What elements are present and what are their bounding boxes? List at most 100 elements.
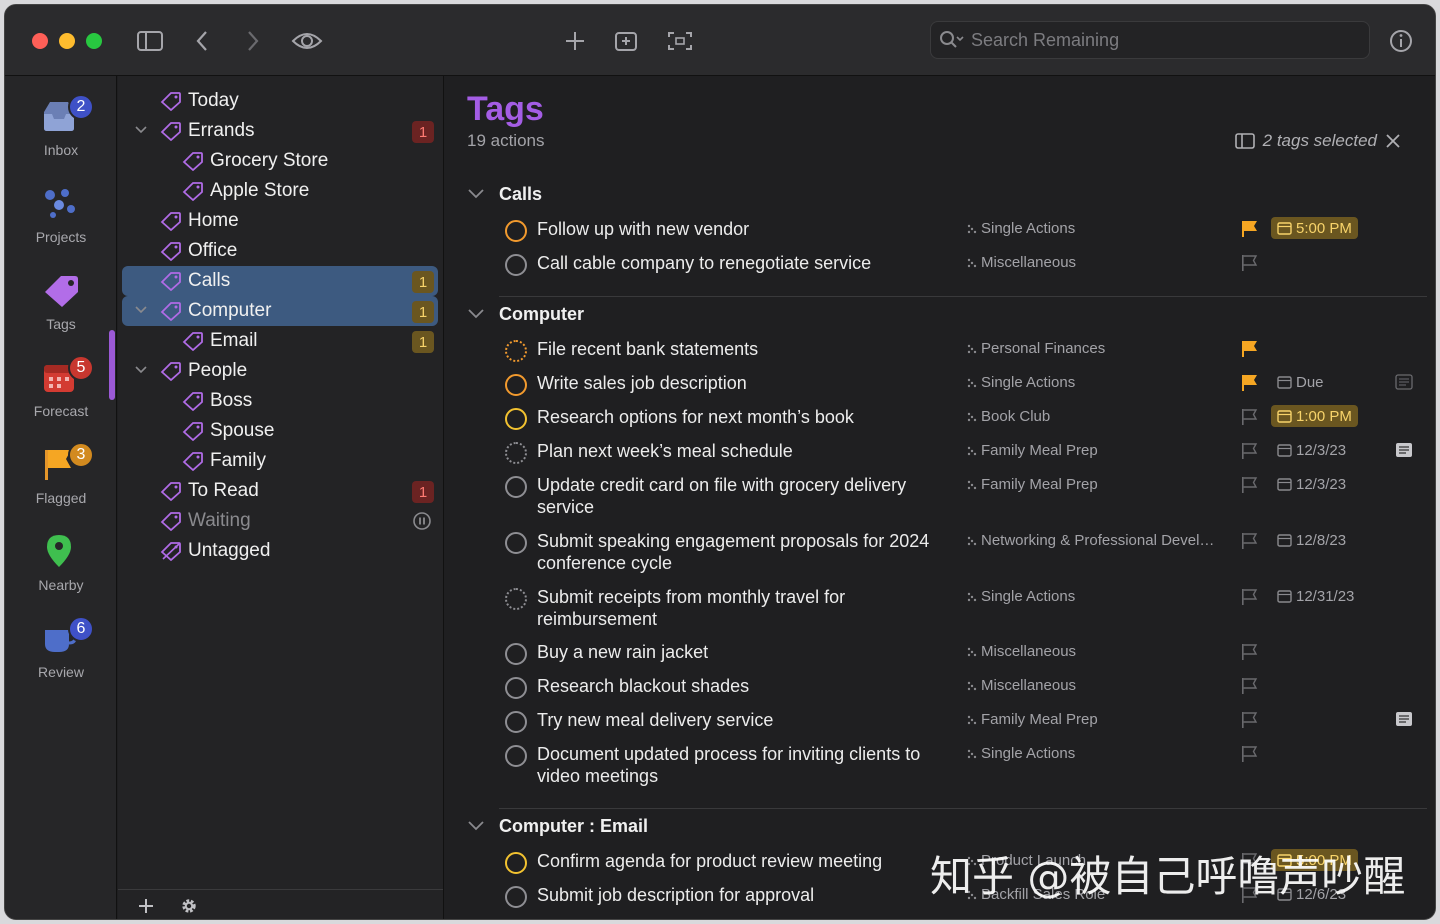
rail-flagged[interactable]: 3 Flagged	[5, 432, 117, 512]
sidebar-tag-calls[interactable]: Calls 1	[122, 266, 438, 296]
sidebar-tag-grocery-store[interactable]: Grocery Store	[122, 146, 438, 176]
rail-inbox[interactable]: 2 Inbox	[5, 84, 117, 164]
flag-outline-icon[interactable]	[1241, 677, 1259, 695]
task-checkbox[interactable]	[505, 886, 527, 908]
task-checkbox[interactable]	[505, 677, 527, 699]
rail-review[interactable]: 6 Review	[5, 606, 117, 686]
sidebar-tag-family[interactable]: Family	[122, 446, 438, 476]
task-row[interactable]: Update credit card on file with grocery …	[445, 472, 1435, 517]
tag-icon	[160, 242, 181, 261]
quick-entry-icon[interactable]	[610, 25, 642, 57]
flag-outline-icon[interactable]	[1241, 643, 1259, 661]
clear-selection-icon[interactable]	[1385, 133, 1401, 149]
task-checkbox[interactable]	[505, 852, 527, 874]
minimize-window-button[interactable]	[59, 33, 75, 49]
disclosure-chevron-icon[interactable]	[134, 304, 148, 316]
sidebar-tag-spouse[interactable]: Spouse	[122, 416, 438, 446]
task-checkbox[interactable]	[505, 532, 527, 554]
gear-icon[interactable]	[180, 897, 198, 915]
task-row[interactable]: Call cable company to renegotiate servic…	[445, 250, 1435, 280]
task-checkbox[interactable]	[505, 374, 527, 396]
task-checkbox[interactable]	[505, 711, 527, 733]
focus-icon[interactable]	[664, 25, 696, 57]
sidebar-toggle-icon[interactable]	[134, 25, 166, 57]
task-row[interactable]: Document updated process for inviting cl…	[445, 741, 1435, 786]
task-checkbox[interactable]	[505, 476, 527, 498]
flag-outline-icon[interactable]	[1241, 588, 1259, 606]
search-field[interactable]: Search Remaining	[930, 21, 1370, 59]
rail-projects[interactable]: Projects	[5, 171, 117, 251]
sidebar-tag-apple-store[interactable]: Apple Store	[122, 176, 438, 206]
task-row[interactable]: Submit receipts from monthly travel for …	[445, 584, 1435, 629]
task-checkbox[interactable]	[505, 220, 527, 242]
group-collapse-chevron-icon[interactable]	[467, 820, 485, 832]
note-icon[interactable]	[1395, 442, 1413, 458]
task-checkbox[interactable]	[505, 254, 527, 276]
flag-outline-icon[interactable]	[1241, 254, 1259, 272]
task-project: Single Actions	[967, 588, 1075, 605]
sidebar-tag-computer[interactable]: Computer 1	[122, 296, 438, 326]
sidebar-tag-errands[interactable]: Errands 1	[122, 116, 438, 146]
task-row[interactable]: Write sales job description Single Action…	[445, 370, 1435, 400]
sidebar-tag-waiting[interactable]: Waiting	[122, 506, 438, 536]
info-icon[interactable]	[1385, 25, 1417, 57]
task-row[interactable]: Research options for next month’s book Bo…	[445, 404, 1435, 434]
rail-tags[interactable]: Tags	[5, 258, 117, 338]
task-checkbox[interactable]	[505, 588, 527, 610]
task-checkbox[interactable]	[505, 408, 527, 430]
calendar-icon	[1277, 534, 1292, 547]
rail-nearby[interactable]: Nearby	[5, 519, 117, 599]
flag-outline-icon[interactable]	[1241, 442, 1259, 460]
task-checkbox[interactable]	[505, 745, 527, 767]
flag-outline-icon[interactable]	[1241, 745, 1259, 763]
sidebar-tag-to-read[interactable]: To Read 1	[122, 476, 438, 506]
task-project-label: Family Meal Prep	[981, 442, 1098, 459]
task-checkbox[interactable]	[505, 643, 527, 665]
flag-outline-icon[interactable]	[1241, 476, 1259, 494]
group-header: Computer : Email	[499, 816, 649, 836]
add-action-icon[interactable]	[559, 25, 591, 57]
task-row[interactable]: Follow up with new vendor Single Actions 5…	[445, 216, 1435, 246]
back-icon[interactable]	[186, 25, 218, 57]
rail-label: Nearby	[38, 577, 84, 593]
flag-icon[interactable]	[1241, 220, 1259, 238]
sidebar-tag-boss[interactable]: Boss	[122, 386, 438, 416]
task-checkbox[interactable]	[505, 340, 527, 362]
sidebar-tag-today[interactable]: Today	[122, 86, 438, 116]
close-window-button[interactable]	[32, 33, 48, 49]
task-name: Submit speaking engagement proposals for…	[537, 531, 930, 573]
forward-icon[interactable]	[237, 25, 269, 57]
disclosure-chevron-icon[interactable]	[134, 124, 148, 136]
search-input[interactable]: Search Remaining	[971, 30, 1119, 51]
task-row[interactable]: Plan next week’s meal schedule Family Mea…	[445, 438, 1435, 468]
sidebar-tag-people[interactable]: People	[122, 356, 438, 386]
action-count: 19 actions	[467, 131, 545, 150]
sidebar-tag-office[interactable]: Office	[122, 236, 438, 266]
view-options-eye-icon[interactable]	[289, 25, 325, 57]
flag-icon[interactable]	[1241, 374, 1259, 392]
flag-outline-icon[interactable]	[1241, 711, 1259, 729]
flag-outline-icon[interactable]	[1241, 532, 1259, 550]
sidebar-tag-email[interactable]: Email 1	[122, 326, 438, 356]
sidebar-tag-untagged[interactable]: Untagged	[122, 536, 438, 566]
group-collapse-chevron-icon[interactable]	[467, 308, 485, 320]
zoom-window-button[interactable]	[86, 33, 102, 49]
task-row[interactable]: Submit speaking engagement proposals for…	[445, 528, 1435, 573]
rail-forecast[interactable]: 5 Forecast	[5, 345, 117, 425]
note-icon[interactable]	[1395, 711, 1413, 727]
task-checkbox[interactable]	[505, 442, 527, 464]
task-project-label: Networking & Professional Devel…	[981, 532, 1215, 549]
add-tag-icon[interactable]	[138, 898, 154, 914]
task-row[interactable]: Buy a new rain jacket Miscellaneous	[445, 639, 1435, 669]
group-collapse-chevron-icon[interactable]	[467, 188, 485, 200]
tag-count-badge: 1	[412, 481, 434, 503]
task-row[interactable]: Research blackout shades Miscellaneous	[445, 673, 1435, 703]
flag-outline-icon[interactable]	[1241, 408, 1259, 426]
note-outline-icon[interactable]	[1395, 374, 1413, 390]
disclosure-chevron-icon[interactable]	[134, 364, 148, 376]
flag-icon[interactable]	[1241, 340, 1259, 358]
sidebar-tag-label: Office	[188, 240, 238, 261]
task-row[interactable]: Try new meal delivery service Family Meal…	[445, 707, 1435, 737]
task-row[interactable]: File recent bank statements Personal Fina…	[445, 336, 1435, 366]
sidebar-tag-home[interactable]: Home	[122, 206, 438, 236]
